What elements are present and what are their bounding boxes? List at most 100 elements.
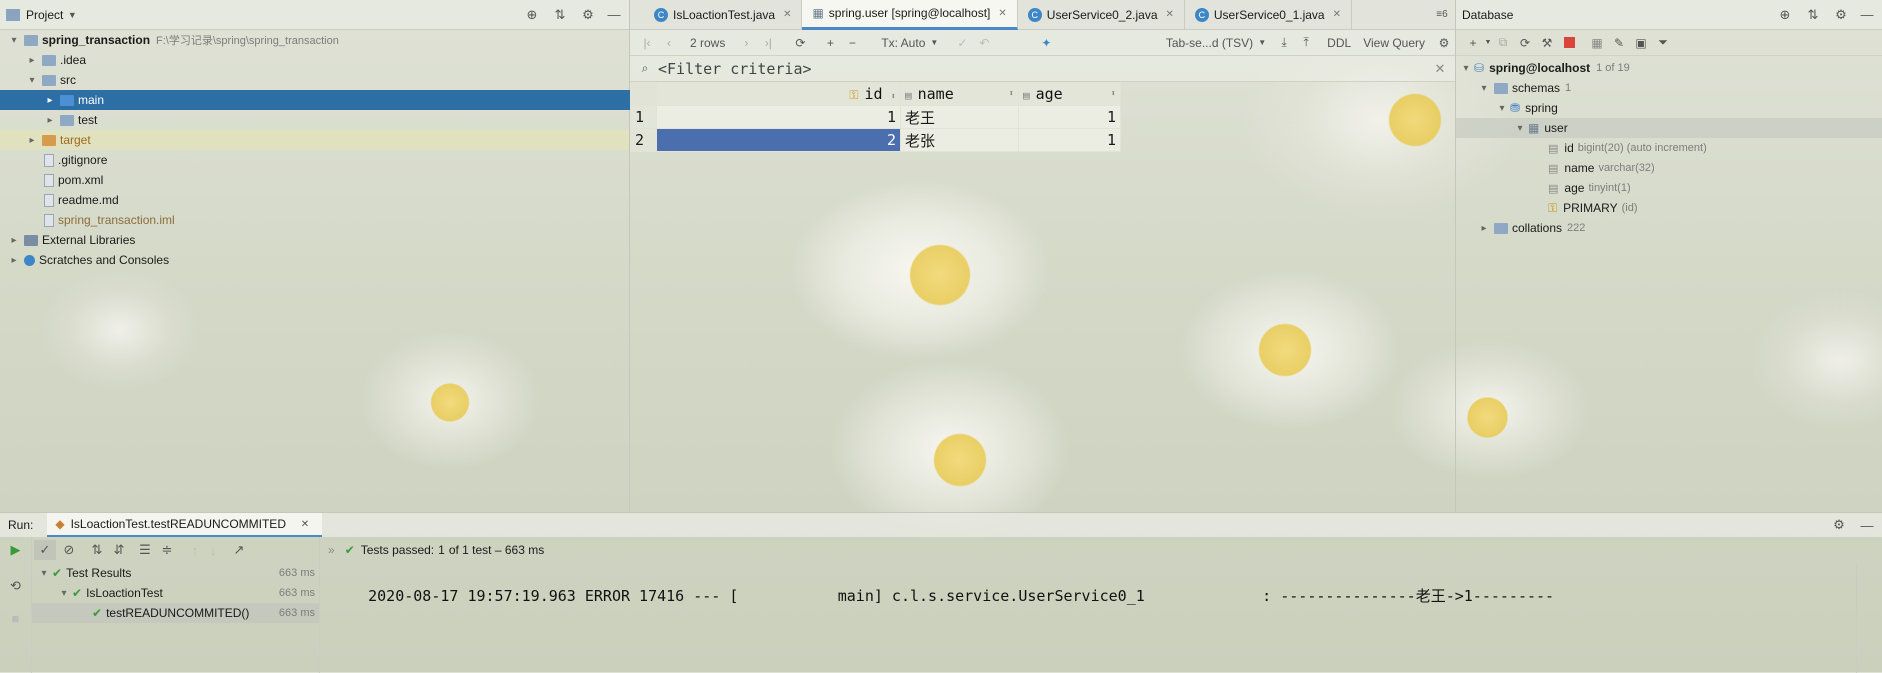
sort-icon[interactable]: ⬍ <box>891 92 896 102</box>
export-format[interactable]: Tab-se...d (TSV) <box>1162 32 1257 54</box>
download-icon[interactable]: ⤓ <box>1273 32 1295 54</box>
test-tree-item[interactable]: ✔ testREADUNCOMMITED() 663 ms <box>32 603 319 623</box>
tree-item[interactable]: ▸ main <box>0 90 630 110</box>
properties-icon[interactable]: ⚒ <box>1536 32 1558 54</box>
show-passed-icon[interactable]: ✓ <box>34 540 56 560</box>
sort-duration-icon[interactable]: ⇵ <box>110 541 128 559</box>
editor-tab[interactable]: ▦ spring.user [spring@localhost] ✕ <box>802 0 1018 30</box>
pin-icon[interactable]: ✦ <box>1035 32 1057 54</box>
close-icon[interactable]: ✕ <box>1431 60 1449 78</box>
tree-item[interactable]: ▸ Scratches and Consoles <box>0 250 629 270</box>
view-query-button[interactable]: View Query <box>1359 32 1429 54</box>
sort-icon[interactable]: ⬍ <box>1009 89 1014 99</box>
db-table[interactable]: ▾ ▦ user <box>1456 118 1882 138</box>
chevron-down-icon[interactable]: ▼ <box>929 34 939 52</box>
locate-icon[interactable]: ⊕ <box>523 6 541 24</box>
db-column[interactable]: ▤ name varchar(32) <box>1456 158 1882 178</box>
table-row[interactable]: 2 2 老张 1 <box>630 128 1121 152</box>
add-row-icon[interactable]: + <box>819 32 841 54</box>
chevron-down-icon[interactable]: ▾ <box>1512 123 1528 134</box>
tx-mode[interactable]: Tx: Auto <box>877 32 929 54</box>
export-icon[interactable]: ↗ <box>230 541 248 559</box>
gear-icon[interactable]: ⚙ <box>579 6 597 24</box>
db-column[interactable]: ▤ age tinyint(1) <box>1456 178 1882 198</box>
chevron-down-icon[interactable]: ▾ <box>24 75 40 86</box>
chevron-right-icon[interactable]: ▸ <box>1476 223 1492 234</box>
tree-item[interactable]: ▸ External Libraries <box>0 230 629 250</box>
show-ignored-icon[interactable]: ⊘ <box>60 541 78 559</box>
refresh-icon[interactable]: ⟳ <box>1514 32 1536 54</box>
collapse-all-icon[interactable]: ⇅ <box>551 6 569 24</box>
project-title[interactable]: Project <box>26 8 63 22</box>
next-page-icon[interactable]: › <box>735 32 757 54</box>
chevron-down-icon[interactable]: ▾ <box>1458 63 1474 74</box>
sort-alpha-icon[interactable]: ⇅ <box>88 541 106 559</box>
add-icon[interactable]: + <box>1462 32 1484 54</box>
chevron-right-icon[interactable]: ▸ <box>24 135 40 146</box>
gear-icon[interactable]: ⚙ <box>1433 32 1455 54</box>
console-scrollbar[interactable] <box>1856 563 1868 673</box>
refresh-icon[interactable]: ⟳ <box>789 32 811 54</box>
chevron-down-icon[interactable]: ▼ <box>1257 34 1267 52</box>
db-column[interactable]: ⚿ PRIMARY (id) <box>1456 198 1882 218</box>
collapse-all-icon[interactable]: ≑ <box>158 541 176 559</box>
db-schema[interactable]: ▾ ⛃ spring <box>1456 98 1882 118</box>
upload-icon[interactable]: ⤒ <box>1295 32 1317 54</box>
filter-icon[interactable]: ⏷ <box>1652 32 1674 54</box>
console-icon[interactable]: ▣ <box>1630 32 1652 54</box>
row-number[interactable]: 2 <box>630 128 657 152</box>
close-icon[interactable]: ✕ <box>296 515 314 533</box>
chevron-down-icon[interactable]: ▼ <box>1484 34 1492 52</box>
tree-root[interactable]: ▾ spring_transaction F:\学习记录\spring\spri… <box>0 30 629 50</box>
editor-tab[interactable]: C IsLoactionTest.java ✕ <box>644 0 803 30</box>
delete-row-icon[interactable]: − <box>841 32 863 54</box>
column-header-age[interactable]: ▤ age ⬍ <box>1018 82 1121 106</box>
column-header-name[interactable]: ▤ name ⬍ <box>900 82 1019 106</box>
row-count[interactable]: 2 rows <box>686 32 729 54</box>
chevron-down-icon[interactable]: ▾ <box>6 35 22 46</box>
tree-item[interactable]: spring_transaction.iml <box>0 210 629 230</box>
tree-item[interactable]: ▸ target <box>0 130 629 150</box>
ddl-button[interactable]: DDL <box>1323 32 1355 54</box>
console-output[interactable]: 2020-08-17 19:57:19.963 ERROR 17416 --- … <box>320 563 1882 628</box>
tree-item[interactable]: readme.md <box>0 190 629 210</box>
db-column[interactable]: ▤ id bigint(20) (auto increment) <box>1456 138 1882 158</box>
expand-all-icon[interactable]: ☰ <box>136 541 154 559</box>
gear-icon[interactable]: ⚙ <box>1832 6 1850 24</box>
close-icon[interactable]: ✕ <box>1333 9 1341 20</box>
cell-id[interactable]: 1 <box>656 105 901 129</box>
test-tree-item[interactable]: ▾ ✔ Test Results 663 ms <box>32 563 319 583</box>
tree-item[interactable]: .gitignore <box>0 150 629 170</box>
filter-input[interactable]: <Filter criteria> <box>658 60 812 78</box>
last-page-icon[interactable]: ›| <box>757 32 779 54</box>
cell-name[interactable]: 老张 <box>900 128 1019 152</box>
filter-bar[interactable]: ⌕ <Filter criteria> ✕ <box>630 56 1455 82</box>
minimize-icon[interactable]: — <box>605 6 623 24</box>
chevron-down-icon[interactable]: ▾ <box>36 568 52 579</box>
gear-icon[interactable]: ⚙ <box>1830 516 1848 534</box>
tree-item[interactable]: ▾ src <box>0 70 629 90</box>
chevron-down-icon[interactable]: ▾ <box>1476 83 1492 94</box>
tree-item[interactable]: ▸ .idea <box>0 50 629 70</box>
db-schemas[interactable]: ▾ schemas 1 <box>1456 78 1882 98</box>
chevron-right-icon[interactable]: ▸ <box>42 95 58 106</box>
close-icon[interactable]: ✕ <box>1166 9 1174 20</box>
run-tab[interactable]: ◆ IsLoactionTest.testREADUNCOMMITED ✕ <box>47 513 322 537</box>
tab-overflow-icon[interactable]: ≡6 <box>1429 6 1455 24</box>
copy-icon[interactable]: ⧉ <box>1492 32 1514 54</box>
editor-tab[interactable]: C UserService0_1.java ✕ <box>1185 0 1352 30</box>
chevron-down-icon[interactable]: ▼ <box>63 6 81 24</box>
cell-name[interactable]: 老王 <box>900 105 1019 129</box>
cell-age[interactable]: 1 <box>1018 105 1121 129</box>
cell-age[interactable]: 1 <box>1018 128 1121 152</box>
first-page-icon[interactable]: |‹ <box>636 32 658 54</box>
minimize-icon[interactable]: — <box>1858 516 1876 534</box>
table-view-icon[interactable]: ▦ <box>1586 32 1608 54</box>
sort-icon[interactable]: ⬍ <box>1111 89 1116 99</box>
locate-icon[interactable]: ⊕ <box>1776 6 1794 24</box>
tree-item[interactable]: pom.xml <box>0 170 629 190</box>
row-number[interactable]: 1 <box>630 105 657 129</box>
cell-id[interactable]: 2 <box>656 128 901 152</box>
chevron-right-icon[interactable]: ▸ <box>42 115 58 126</box>
test-tree-item[interactable]: ▾ ✔ IsLoactionTest 663 ms <box>32 583 319 603</box>
